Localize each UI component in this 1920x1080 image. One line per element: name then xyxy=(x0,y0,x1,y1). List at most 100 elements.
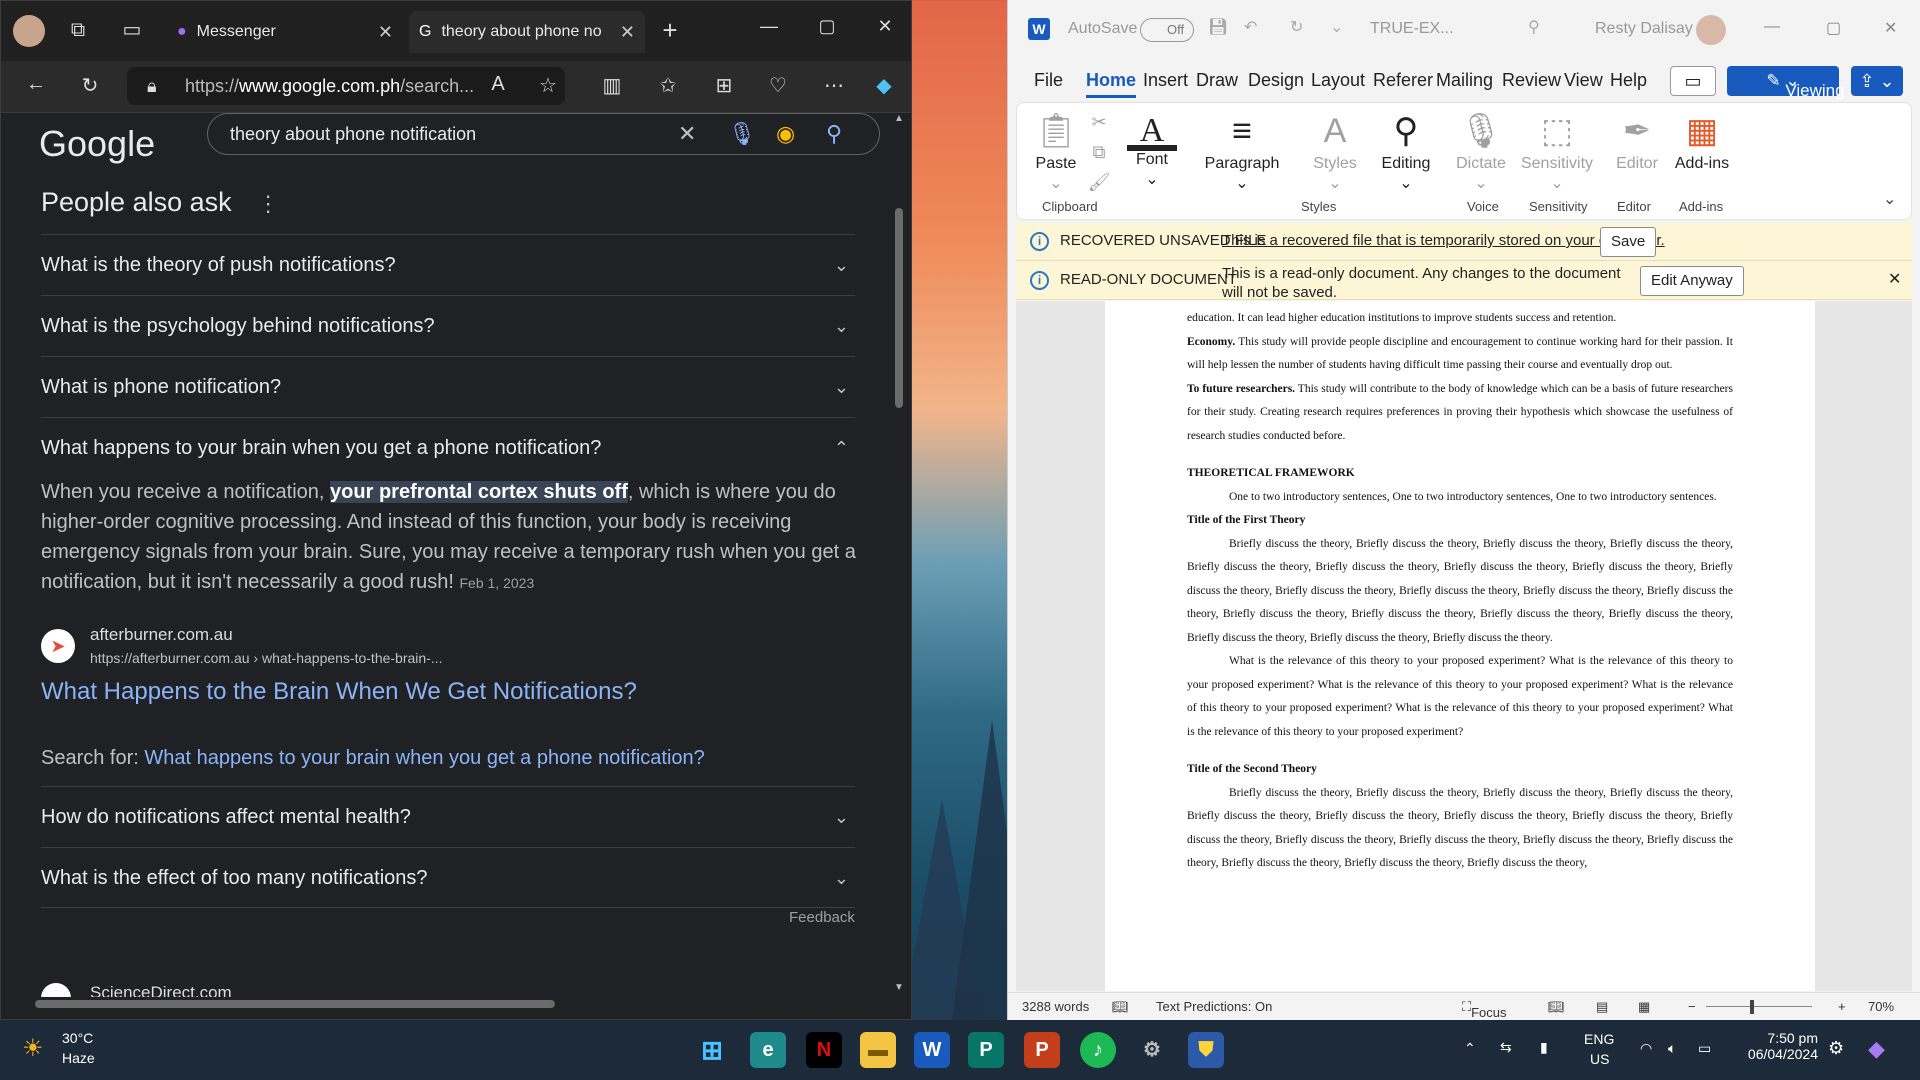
language-code[interactable]: ENG xyxy=(1584,1031,1614,1047)
comments-button[interactable]: ▭ xyxy=(1670,66,1716,96)
cut-icon[interactable]: ✂ xyxy=(1085,107,1113,137)
show-hidden-icons[interactable]: ⌃ xyxy=(1464,1040,1476,1057)
maximize-icon[interactable]: ▢ xyxy=(1826,18,1841,38)
favorite-star-icon[interactable]: ☆ xyxy=(533,73,563,98)
tray-app-icon[interactable]: ⇆ xyxy=(1500,1039,1512,1056)
more-menu-icon[interactable]: ⋯ xyxy=(819,73,849,98)
scroll-thumb[interactable] xyxy=(895,208,903,408)
google-logo[interactable]: Google xyxy=(39,123,155,165)
tab-home[interactable]: Home xyxy=(1086,70,1137,98)
paa-question[interactable]: What is the effect of too many notificat… xyxy=(41,847,855,908)
tab-file[interactable]: File xyxy=(1034,70,1063,91)
document-page[interactable]: education. It can lead higher education … xyxy=(1105,301,1815,991)
save-icon[interactable]: 💾︎ xyxy=(1208,17,1228,37)
more-options-icon[interactable]: ⋮ xyxy=(257,191,279,216)
tab-mailings[interactable]: Mailing xyxy=(1436,70,1493,91)
focus-button[interactable]: ⛶ Focus xyxy=(1462,999,1507,1020)
paa-question[interactable]: How do notifications affect mental healt… xyxy=(41,786,855,847)
minimize-icon[interactable]: — xyxy=(1764,18,1780,36)
language-region[interactable]: US xyxy=(1590,1051,1609,1067)
tab-help[interactable]: Help xyxy=(1610,70,1647,91)
paragraph-button[interactable]: ≡ Paragraph ⌄ xyxy=(1197,107,1287,193)
zoom-out-icon[interactable]: − xyxy=(1688,999,1696,1014)
publisher-icon[interactable]: P xyxy=(968,1032,1004,1068)
editing-button[interactable]: ⚲ Editing ⌄ xyxy=(1373,107,1439,193)
clear-icon[interactable]: ✕ xyxy=(678,114,696,154)
back-icon[interactable]: ← xyxy=(21,73,51,96)
zoom-level[interactable]: 70% xyxy=(1868,999,1894,1014)
close-tab-icon[interactable]: ✕ xyxy=(620,22,635,43)
title-search-icon[interactable]: ⚲ xyxy=(1528,17,1540,37)
format-painter-icon[interactable]: 🖌︎ xyxy=(1085,167,1113,197)
proofing-icon[interactable]: 📖︎ xyxy=(1112,999,1129,1015)
close-window-icon[interactable]: ✕ xyxy=(865,11,905,41)
ribbon-collapse-icon[interactable]: ⌄ xyxy=(1883,189,1896,209)
file-explorer-icon[interactable]: ▬ xyxy=(860,1032,896,1068)
mic-icon[interactable]: 🎙︎ xyxy=(728,114,756,154)
lens-icon[interactable]: ◉ xyxy=(776,114,795,154)
copilot-taskbar-icon[interactable]: ◆ xyxy=(1868,1036,1885,1062)
new-tab-icon[interactable]: + xyxy=(655,15,685,45)
web-layout-icon[interactable]: ▦ xyxy=(1638,999,1650,1015)
word-count[interactable]: 3288 words xyxy=(1022,999,1089,1014)
tab-design[interactable]: Design xyxy=(1248,70,1304,91)
wifi-icon[interactable]: ◠ xyxy=(1640,1040,1652,1057)
scroll-up-icon[interactable]: ▲ xyxy=(893,113,905,124)
copilot-icon[interactable]: ◆ xyxy=(869,73,899,98)
dictate-button[interactable]: 🎙︎ Dictate ⌄ xyxy=(1449,107,1513,193)
battery-icon[interactable]: ▭ xyxy=(1698,1040,1711,1057)
notifications-icon[interactable]: ⚙ xyxy=(1828,1038,1844,1059)
close-window-icon[interactable]: ✕ xyxy=(1884,18,1897,38)
minimize-icon[interactable]: — xyxy=(749,11,789,41)
save-button[interactable]: Save xyxy=(1600,227,1657,257)
spotify-icon[interactable]: ♪ xyxy=(1080,1032,1116,1068)
read-mode-icon[interactable]: 📖︎ xyxy=(1548,999,1565,1015)
vertical-scrollbar[interactable]: ▲ ▼ xyxy=(893,113,905,993)
close-tab-icon[interactable]: ✕ xyxy=(378,22,393,43)
tab-actions-icon[interactable]: ▭ xyxy=(117,15,147,45)
source-site[interactable]: afterburner.com.au xyxy=(90,625,233,645)
print-layout-icon[interactable]: ▤ xyxy=(1596,999,1608,1015)
powerpoint-icon[interactable]: P xyxy=(1024,1032,1060,1068)
paste-button[interactable]: 📋︎ Paste ⌄ xyxy=(1031,107,1081,193)
styles-button[interactable]: A Styles ⌄ xyxy=(1307,107,1363,193)
tab-insert[interactable]: Insert xyxy=(1143,70,1188,91)
feedback-link[interactable]: Feedback xyxy=(789,909,855,926)
clock[interactable]: 7:50 pm 06/04/2024 xyxy=(1728,1020,1818,1080)
paa-question[interactable]: What is the psychology behind notificati… xyxy=(41,295,855,356)
tray-meter-icon[interactable]: ▮ xyxy=(1540,1039,1548,1056)
autosave-toggle[interactable]: Off xyxy=(1140,18,1194,42)
edge-icon[interactable]: e xyxy=(750,1032,786,1068)
favorites-icon[interactable]: ✩ xyxy=(653,73,683,98)
volume-icon[interactable]: 🔈︎ xyxy=(1668,1040,1676,1057)
collections-icon[interactable]: ⊞ xyxy=(709,73,739,98)
editor-button[interactable]: ✒ Editor xyxy=(1609,107,1665,173)
share-button[interactable]: ⇪ ⌄ xyxy=(1851,66,1903,96)
split-screen-icon[interactable]: ▥ xyxy=(597,73,627,98)
tab-draw[interactable]: Draw xyxy=(1196,70,1238,91)
document-name[interactable]: TRUE-EX... xyxy=(1370,20,1454,38)
banner-message[interactable]: This is a recovered file that is tempora… xyxy=(1222,223,1665,259)
source-title-link[interactable]: What Happens to the Brain When We Get No… xyxy=(41,678,637,706)
paa-question[interactable]: What is phone notification? ⌄ xyxy=(41,356,855,417)
paa-question[interactable]: What is the theory of push notifications… xyxy=(41,234,855,295)
tab-layout[interactable]: Layout xyxy=(1311,70,1365,91)
scroll-down-icon[interactable]: ▼ xyxy=(893,982,905,993)
word-icon[interactable]: W xyxy=(914,1032,950,1068)
viewing-mode-button[interactable]: ✎ Viewing ⌄ xyxy=(1727,66,1845,100)
scroll-thumb[interactable] xyxy=(35,1000,555,1008)
sensitivity-button[interactable]: ⬚ Sensitivity ⌄ xyxy=(1517,107,1597,193)
paa-question-expanded[interactable]: What happens to your brain when you get … xyxy=(41,417,855,478)
netflix-icon[interactable]: N xyxy=(806,1032,842,1068)
close-banner-icon[interactable]: ✕ xyxy=(1888,262,1901,298)
undo-icon[interactable]: ↶ xyxy=(1244,17,1257,37)
zoom-in-icon[interactable]: + xyxy=(1838,999,1846,1014)
search-input[interactable]: theory about phone notification ✕ 🎙︎ ◉ ⚲ xyxy=(207,113,880,155)
tab-references[interactable]: Referer xyxy=(1373,70,1433,91)
zoom-slider-handle[interactable] xyxy=(1750,1000,1754,1014)
horizontal-scrollbar[interactable] xyxy=(15,997,875,1011)
tab-messenger[interactable]: ● Messenger ✕ xyxy=(167,11,403,53)
tab-google[interactable]: G theory about phone not ✕ xyxy=(409,11,645,53)
text-predictions[interactable]: Text Predictions: On xyxy=(1156,999,1272,1014)
addins-button[interactable]: ▦ Add-ins xyxy=(1671,107,1733,173)
